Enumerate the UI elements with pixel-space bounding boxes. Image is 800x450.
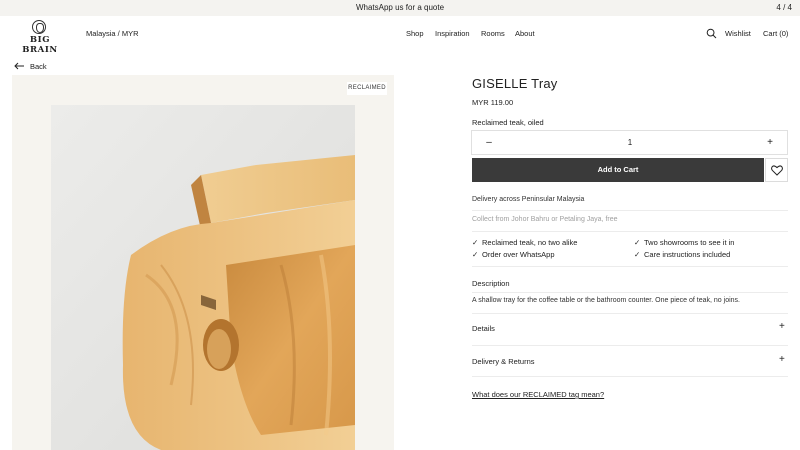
divider xyxy=(472,210,788,211)
reclaimed-badge: RECLAIMED xyxy=(347,82,387,95)
product-title: GISELLE Tray xyxy=(472,76,558,91)
nav-item-inspiration[interactable]: Inspiration xyxy=(435,29,470,38)
reclaimed-tag-info-link[interactable]: What does our RECLAIMED tag mean? xyxy=(472,390,604,399)
collect-info: Collect from Johor Bahru or Petaling Jay… xyxy=(472,216,618,223)
check-icon: ✓ xyxy=(634,250,641,259)
divider xyxy=(472,231,788,232)
add-to-wishlist-button[interactable] xyxy=(765,158,788,182)
plus-icon[interactable]: + xyxy=(779,321,785,332)
accordion-description-header[interactable]: Description xyxy=(472,279,510,288)
quantity-stepper: – 1 + xyxy=(471,130,788,155)
nav-item-shop[interactable]: Shop xyxy=(406,29,424,38)
quantity-value[interactable]: 1 xyxy=(612,138,648,147)
announcement-bar: WhatsApp us for a quote 4 / 4 xyxy=(0,0,800,16)
plus-icon[interactable]: + xyxy=(779,354,785,365)
quantity-increase-button[interactable]: + xyxy=(763,134,777,152)
logo-text: BIG BRAIN xyxy=(22,35,58,55)
divider xyxy=(472,345,788,346)
divider xyxy=(472,266,788,267)
accordion-details-header[interactable]: Details xyxy=(472,324,495,333)
product-variant: Reclaimed teak, oiled xyxy=(472,118,544,127)
check-icon: ✓ xyxy=(634,238,641,247)
divider xyxy=(472,376,788,377)
product-price: MYR 119.00 xyxy=(472,98,514,107)
nav-item-about[interactable]: About xyxy=(515,29,535,38)
heart-icon xyxy=(771,165,783,176)
wishlist-link[interactable]: Wishlist xyxy=(725,29,751,38)
accordion-returns-header[interactable]: Delivery & Returns xyxy=(472,357,535,366)
nav-item-rooms[interactable]: Rooms xyxy=(481,29,505,38)
description-text: A shallow tray for the coffee table or t… xyxy=(472,297,740,304)
cart-link[interactable]: Cart (0) xyxy=(763,29,788,38)
divider xyxy=(472,313,788,314)
quantity-decrease-button[interactable]: – xyxy=(482,134,496,152)
back-label: Back xyxy=(30,62,47,71)
product-image[interactable] xyxy=(51,105,355,450)
check-icon: ✓ xyxy=(472,238,479,247)
add-to-cart-button[interactable]: Add to Cart xyxy=(472,158,764,182)
check-icon: ✓ xyxy=(472,250,479,259)
divider xyxy=(472,292,788,293)
delivery-info: Delivery across Peninsular Malaysia xyxy=(472,196,585,203)
announcement-counter: 4 / 4 xyxy=(776,3,792,12)
arrow-left-icon xyxy=(14,62,24,70)
announcement-message[interactable]: WhatsApp us for a quote xyxy=(0,3,800,12)
search-icon[interactable] xyxy=(706,28,717,39)
logo-mark xyxy=(32,20,46,34)
logo[interactable]: BIG BRAIN xyxy=(12,20,68,55)
region-selector[interactable]: Malaysia / MYR xyxy=(86,29,139,38)
